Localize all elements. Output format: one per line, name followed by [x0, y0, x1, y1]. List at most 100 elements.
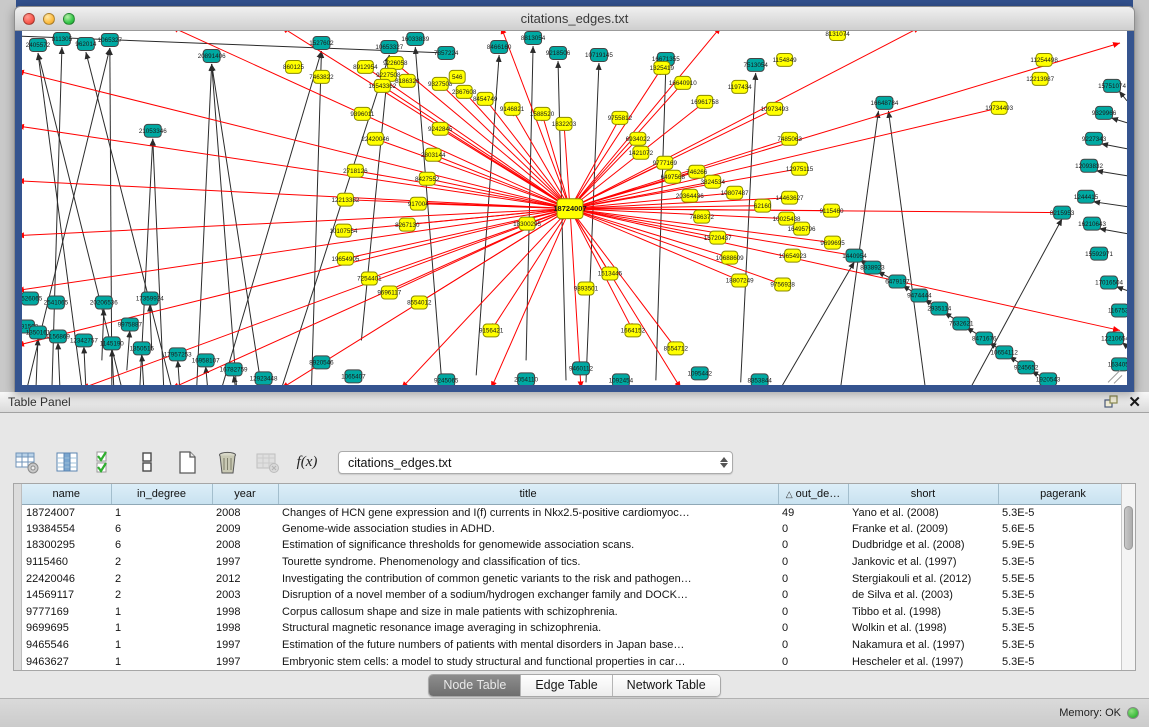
table-cell[interactable]: 5.3E-5 — [998, 620, 1121, 637]
network-node[interactable]: 1092454 — [609, 374, 634, 385]
table-cell[interactable]: 0 — [778, 521, 848, 538]
tab-node-table[interactable]: Node Table — [429, 675, 521, 696]
table-cell[interactable]: 1 — [111, 637, 212, 654]
column-header-in-degree[interactable]: in_degree — [111, 484, 212, 504]
network-node[interactable]: 962014 — [75, 37, 96, 50]
table-cell[interactable]: Changes of HCN gene expression and I(f) … — [278, 504, 778, 521]
table-cell[interactable]: Stergiakouli et al. (2012) — [848, 570, 998, 587]
table-row[interactable]: 946554611997Estimation of the future num… — [22, 637, 1121, 654]
table-row[interactable]: 2242004622012Investigating the contribut… — [22, 570, 1121, 587]
column-header-pagerank[interactable]: pagerank — [998, 484, 1121, 504]
table-cell[interactable]: 2 — [111, 554, 212, 571]
table-cell[interactable]: 2 — [111, 570, 212, 587]
table-cell[interactable]: 6 — [111, 521, 212, 538]
table-cell[interactable]: Embryonic stem cells: a model to study s… — [278, 653, 778, 670]
network-edge[interactable] — [415, 47, 441, 375]
table-cell[interactable]: 1997 — [212, 653, 278, 670]
network-edge[interactable] — [570, 209, 1120, 331]
network-node[interactable]: 12342757 — [70, 334, 98, 347]
table-cell[interactable]: 2012 — [212, 570, 278, 587]
network-edge[interactable] — [888, 111, 925, 385]
network-node[interactable]: 9755812 — [608, 111, 633, 124]
tab-edge-table[interactable]: Edge Table — [521, 675, 612, 696]
network-edge[interactable] — [841, 111, 879, 385]
network-edge[interactable] — [382, 86, 570, 209]
network-node[interactable]: 1197434 — [728, 80, 752, 93]
table-cell[interactable]: Hescheler et al. (1997) — [848, 653, 998, 670]
delete-table-icon[interactable] — [214, 449, 240, 475]
network-node[interactable]: 8912954 — [353, 60, 378, 73]
network-node[interactable]: 2935114 — [927, 302, 951, 315]
network-node[interactable]: 9115460 — [820, 204, 844, 217]
column-header-name[interactable]: name — [22, 484, 111, 504]
table-cell[interactable]: 1997 — [212, 554, 278, 571]
vertical-scrollbar[interactable] — [1121, 484, 1135, 670]
table-cell[interactable]: 0 — [778, 620, 848, 637]
network-node[interactable]: 1065407 — [341, 370, 366, 383]
table-cell[interactable]: 18300295 — [22, 537, 111, 554]
network-node[interactable]: 19654905 — [331, 252, 359, 265]
table-cell[interactable]: 1998 — [212, 620, 278, 637]
network-edge[interactable] — [1099, 229, 1127, 234]
table-cell[interactable]: Jankovic et al. (1997) — [848, 554, 998, 571]
network-node[interactable]: 1350515 — [130, 342, 155, 355]
network-node[interactable]: 8471676 — [972, 332, 997, 345]
network-edge[interactable] — [491, 209, 570, 386]
table-cell[interactable]: 22420046 — [22, 570, 111, 587]
network-node[interactable]: 1634052 — [1108, 358, 1127, 371]
table-cell[interactable]: 5.9E-5 — [998, 537, 1121, 554]
network-edge[interactable] — [142, 354, 144, 385]
network-node[interactable]: 12210654 — [1101, 332, 1127, 345]
table-cell[interactable]: Wolkin et al. (1998) — [848, 620, 998, 637]
table-cell[interactable]: 5.3E-5 — [998, 587, 1121, 604]
network-node[interactable]: 16210643 — [1078, 217, 1106, 230]
table-cell[interactable]: 49 — [778, 504, 848, 521]
network-node[interactable]: 9218506 — [546, 46, 571, 59]
network-node[interactable]: 8554012 — [407, 296, 432, 309]
network-node[interactable]: 2526065 — [22, 292, 43, 305]
network-node[interactable]: 8466160 — [487, 40, 512, 53]
network-node[interactable]: 9242845 — [428, 122, 453, 135]
network-node[interactable]: 1145190 — [100, 337, 124, 350]
network-edge[interactable] — [197, 64, 212, 385]
network-node[interactable]: 15751074 — [1098, 79, 1126, 92]
attribute-table[interactable]: namein_degreeyeartitle△out_de…shortpager… — [22, 484, 1121, 670]
table-cell[interactable]: Disruption of a novel member of a sodium… — [278, 587, 778, 604]
network-node[interactable]: 11254498 — [1030, 53, 1058, 66]
network-edge[interactable] — [22, 209, 570, 236]
network-node[interactable]: 9226058 — [383, 56, 408, 69]
table-cell[interactable]: 18724007 — [22, 504, 111, 521]
column-header-short[interactable]: short — [848, 484, 998, 504]
memory-status-indicator[interactable] — [1127, 707, 1139, 719]
tab-network-table[interactable]: Network Table — [613, 675, 720, 696]
table-cell[interactable]: 14569117 — [22, 587, 111, 604]
table-cell[interactable]: 1997 — [212, 637, 278, 654]
network-node[interactable]: 12213987 — [1026, 72, 1054, 85]
network-edge[interactable] — [110, 48, 112, 385]
network-edge[interactable] — [570, 209, 633, 331]
network-node[interactable]: 746266 — [686, 165, 707, 178]
table-cell[interactable]: 9465546 — [22, 637, 111, 654]
network-node[interactable]: 1065327 — [98, 33, 123, 46]
table-cell[interactable]: 0 — [778, 604, 848, 621]
network-edge[interactable] — [22, 209, 570, 291]
table-cell[interactable]: 1 — [111, 604, 212, 621]
network-node[interactable]: 9460112 — [569, 362, 593, 375]
table-row[interactable]: 969969511998Structural magnetic resonanc… — [22, 620, 1121, 637]
network-node[interactable]: 2054110 — [514, 373, 538, 385]
table-cell[interactable]: Investigating the contribution of common… — [278, 570, 778, 587]
network-node[interactable]: 1244415 — [1074, 190, 1099, 203]
network-node[interactable]: 7632621 — [949, 317, 974, 330]
table-row[interactable]: 911546021997Tourette syndrome. Phenomeno… — [22, 554, 1121, 571]
network-node[interactable]: 8938923 — [860, 261, 885, 274]
network-node[interactable]: 12923448 — [250, 372, 278, 385]
network-node[interactable]: 16958107 — [192, 354, 220, 367]
network-node[interactable]: 9474444 — [907, 289, 932, 302]
network-node[interactable]: 9245065 — [434, 374, 459, 385]
network-node[interactable]: 1588520 — [530, 107, 555, 120]
network-node[interactable]: 9245652 — [1014, 361, 1039, 374]
network-node[interactable]: 7254401 — [357, 272, 382, 285]
network-edge[interactable] — [86, 52, 172, 385]
table-cell[interactable]: 2003 — [212, 587, 278, 604]
table-row[interactable]: 946362711997Embryonic stem cells: a mode… — [22, 653, 1121, 670]
